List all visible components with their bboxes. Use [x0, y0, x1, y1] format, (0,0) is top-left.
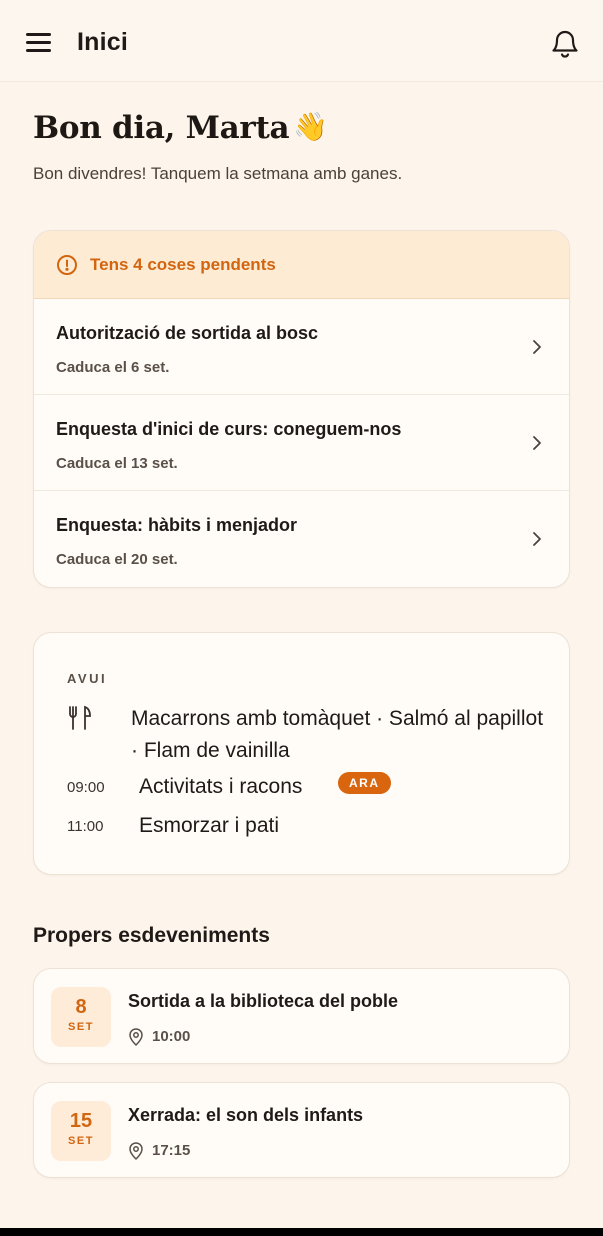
event-card[interactable]: 8 SET Sortida a la biblioteca del poble … — [33, 968, 570, 1064]
pending-count-title: Tens 4 coses pendents — [90, 254, 276, 274]
events-heading: Propers esdeveniments — [33, 924, 270, 947]
event-title: Sortida a la biblioteca del poble — [128, 991, 399, 1011]
lunch-menu-text: Macarrons amb tomàquet · Salmó al papill… — [131, 707, 544, 762]
pending-item-due: Caduca el 6 set. — [56, 359, 170, 376]
schedule-activity: Esmorzar i pati — [139, 814, 280, 837]
location-pin-icon — [129, 1142, 143, 1160]
top-app-bar: Inici — [0, 0, 603, 82]
page-title: Inici — [77, 28, 129, 56]
event-day: 8 — [75, 996, 87, 1018]
pending-header: Tens 4 coses pendents — [34, 231, 569, 299]
location-pin-icon — [129, 1028, 143, 1046]
schedule-row: 11:00 Esmorzar i pati — [67, 812, 537, 842]
event-month: SET — [68, 1021, 94, 1033]
menu-icon[interactable] — [26, 31, 51, 53]
now-badge: ARA — [338, 772, 391, 794]
pending-item-due: Caduca el 13 set. — [56, 455, 178, 472]
pending-tasks-card: Tens 4 coses pendents Autorització de so… — [33, 230, 570, 588]
event-title: Xerrada: el son dels infants — [128, 1105, 364, 1125]
pending-item-title: Enquesta: hàbits i menjador — [56, 515, 298, 535]
alert-icon — [57, 254, 77, 275]
pending-item-due: Caduca el 20 set. — [56, 551, 178, 568]
waving-hand-icon: 👋 — [293, 110, 328, 143]
date-chip: 8 SET — [51, 987, 111, 1047]
event-time: 10:00 — [152, 1028, 191, 1045]
schedule-activity: Activitats i racons — [139, 775, 303, 798]
pending-item[interactable]: Autorització de sortida al bosc Caduca e… — [34, 299, 569, 395]
pending-item[interactable]: Enquesta d'inici de curs: coneguem-nos C… — [34, 395, 569, 491]
schedule-time: 11:00 — [67, 818, 104, 835]
chevron-right-icon — [533, 436, 541, 450]
greeting-subtitle: Bon divendres! Tanquem la setmana amb ga… — [33, 164, 403, 183]
schedule-row: 09:00 Activitats i racons ARA — [67, 772, 537, 803]
today-card: AVUI Macarrons amb tomàquet · Salmó al p… — [33, 632, 570, 875]
bell-icon[interactable] — [549, 26, 581, 60]
pending-item-title: Autorització de sortida al bosc — [56, 323, 319, 343]
greeting-title: Bon dia, Marta 👋 — [33, 110, 328, 146]
fork-knife-icon — [69, 705, 91, 730]
today-label: AVUI — [67, 671, 108, 686]
pending-item[interactable]: Enquesta: hàbits i menjador Caduca el 20… — [34, 491, 569, 587]
pending-item-title: Enquesta d'inici de curs: coneguem-nos — [56, 419, 402, 439]
event-time: 17:15 — [152, 1142, 191, 1159]
date-chip: 15 SET — [51, 1101, 111, 1161]
event-month: SET — [68, 1135, 94, 1147]
greeting-text: Bon dia, Marta — [33, 110, 290, 146]
event-card[interactable]: 15 SET Xerrada: el son dels infants 17:1… — [33, 1082, 570, 1178]
chevron-right-icon — [533, 532, 541, 546]
system-bottom-bar — [0, 1228, 603, 1236]
schedule-time: 09:00 — [67, 779, 105, 796]
event-day: 15 — [69, 1110, 93, 1132]
chevron-right-icon — [533, 340, 541, 354]
